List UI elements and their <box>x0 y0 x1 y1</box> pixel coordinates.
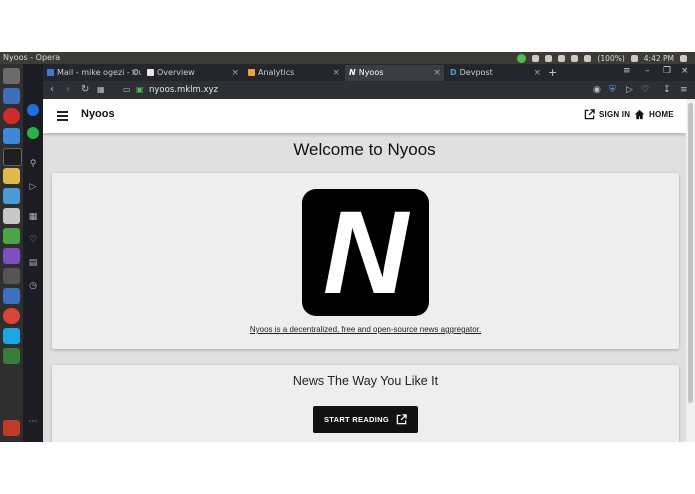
terminal-app-icon[interactable] <box>3 148 22 166</box>
workspace-app-icon[interactable] <box>3 288 20 304</box>
tab-devpost[interactable]: D Devpost × <box>446 65 544 81</box>
adblock-shield-icon[interactable]: ⛨ <box>609 84 616 96</box>
external-link-icon <box>584 109 595 120</box>
scrollbar-thumb[interactable] <box>688 103 693 403</box>
monitor-app-icon[interactable] <box>3 268 20 284</box>
secure-lock-icon[interactable]: ▣ <box>136 83 144 97</box>
bookmark-heart-icon[interactable]: ♡ <box>641 84 649 96</box>
back-icon[interactable]: ‹ <box>50 83 54 97</box>
media-app-icon[interactable] <box>3 248 20 264</box>
bluetooth-icon[interactable] <box>558 54 566 62</box>
skype-app-icon[interactable] <box>3 328 20 344</box>
easy-setup-icon[interactable]: ≡ <box>680 84 688 96</box>
close-tab-icon[interactable]: × <box>433 65 441 81</box>
chat-icon[interactable] <box>571 54 579 62</box>
minimize-icon[interactable]: – <box>645 66 650 76</box>
tab-mail[interactable]: Mail - mike ogezi - Ou × <box>43 65 141 81</box>
nyoos-logo: N <box>302 187 429 319</box>
files-app-icon[interactable] <box>3 88 20 104</box>
devpost-favicon-icon: D <box>450 68 457 77</box>
overview-favicon-icon <box>147 69 154 76</box>
opera-app-icon[interactable] <box>3 108 20 124</box>
browser-app-icon[interactable] <box>3 128 20 144</box>
nyoos-favicon-icon: N <box>349 68 356 77</box>
page-title: Welcome to Nyoos <box>293 140 436 159</box>
android-app-icon[interactable] <box>3 228 20 244</box>
sign-in-button[interactable]: SIGN IN <box>584 109 630 120</box>
settings-icon[interactable] <box>680 54 687 62</box>
section-heading: News The Way You Like It <box>292 374 439 388</box>
tab-menu-icon[interactable]: ≡ <box>623 66 631 76</box>
start-reading-button[interactable]: START READING <box>313 406 418 433</box>
app-launcher <box>0 64 23 442</box>
screen-app-icon[interactable] <box>3 348 20 364</box>
folder-app-icon[interactable] <box>3 168 20 184</box>
home-button[interactable]: HOME <box>634 109 674 120</box>
dropbox-icon[interactable] <box>532 54 540 62</box>
close-tab-icon[interactable]: × <box>533 65 541 81</box>
bookmarks-icon[interactable]: ♡ <box>27 234 39 246</box>
snapshot-icon[interactable]: ◉ <box>593 84 601 96</box>
reload-icon[interactable]: ↻ <box>81 83 89 97</box>
send-icon[interactable]: ▷ <box>27 181 39 193</box>
send-to-icon[interactable]: ▷ <box>626 84 633 96</box>
more-icon[interactable]: ⋯ <box>27 416 39 428</box>
update-icon[interactable] <box>517 53 527 63</box>
opera-sidebar: ⚲ ▷ ▦ ♡ ▤ ◷ ⋯ <box>23 64 43 442</box>
os-top-panel: Nyoos - Opera (100%) 4:42 PM <box>0 52 695 64</box>
maximize-icon[interactable]: ❐ <box>663 66 671 76</box>
search-icon[interactable]: ⚲ <box>27 158 39 170</box>
speed-dial-grid-icon[interactable]: ▦ <box>97 83 105 97</box>
news-icon[interactable]: ▤ <box>27 257 39 269</box>
trash-icon[interactable] <box>3 420 20 436</box>
chrome-app-icon[interactable] <box>3 308 20 324</box>
new-tab-button[interactable]: + <box>548 66 557 79</box>
close-window-icon[interactable]: × <box>681 66 689 76</box>
url-field[interactable]: nyoos.mklm.xyz <box>149 83 218 97</box>
vpn-icon[interactable]: ▭ <box>123 83 131 97</box>
app-bar: Nyoos SIGN IN HOME <box>43 99 686 133</box>
battery-icon[interactable] <box>584 54 592 62</box>
window-title: Nyoos - Opera <box>3 53 61 62</box>
address-bar: ‹ › ↻ ▦ ▭ ▣ nyoos.mklm.xyz ◉ ⛨ ▷ ♡ ↧ ≡ <box>43 81 695 99</box>
cta-card: News The Way You Like It START READING <box>52 365 679 442</box>
tab-overview[interactable]: Overview × <box>143 65 242 81</box>
wifi-icon[interactable] <box>545 54 553 62</box>
brand-name[interactable]: Nyoos <box>81 108 115 120</box>
close-tab-icon[interactable]: × <box>130 65 138 81</box>
mail-favicon-icon <box>47 69 54 76</box>
page-scrollbar[interactable] <box>686 99 695 442</box>
tagline-link[interactable]: Nyoos is a decentralized, free and open-… <box>52 325 679 334</box>
hero-card: N Nyoos is a decentralized, free and ope… <box>52 173 679 349</box>
history-icon[interactable]: ◷ <box>27 280 39 292</box>
forward-icon[interactable]: › <box>66 83 70 97</box>
tab-nyoos[interactable]: N Nyoos × <box>345 65 444 81</box>
external-link-icon <box>396 414 407 425</box>
editor-app-icon[interactable] <box>3 188 20 204</box>
volume-icon[interactable] <box>630 54 638 62</box>
clock[interactable]: 4:42 PM <box>644 54 674 63</box>
battery-percent: (100%) <box>597 53 625 63</box>
system-tray: (100%) 4:42 PM <box>517 52 687 64</box>
messenger-icon[interactable] <box>27 104 39 116</box>
home-icon <box>634 109 645 120</box>
analytics-favicon-icon <box>248 69 255 76</box>
drive-app-icon[interactable] <box>3 208 20 224</box>
logo-letter: N <box>322 187 409 319</box>
close-tab-icon[interactable]: × <box>231 65 239 81</box>
web-page: Nyoos SIGN IN HOME Welcome to Nyoos N Ny… <box>43 99 695 442</box>
hamburger-menu-icon[interactable] <box>57 111 68 121</box>
dash-icon[interactable] <box>3 68 20 84</box>
download-icon[interactable]: ↧ <box>663 84 671 96</box>
whatsapp-icon[interactable] <box>27 127 39 139</box>
tab-analytics[interactable]: Analytics × <box>244 65 343 81</box>
tab-bar: Mail - mike ogezi - Ou × Overview × Anal… <box>43 64 695 81</box>
speed-dial-icon[interactable]: ▦ <box>27 211 39 223</box>
close-tab-icon[interactable]: × <box>332 65 340 81</box>
